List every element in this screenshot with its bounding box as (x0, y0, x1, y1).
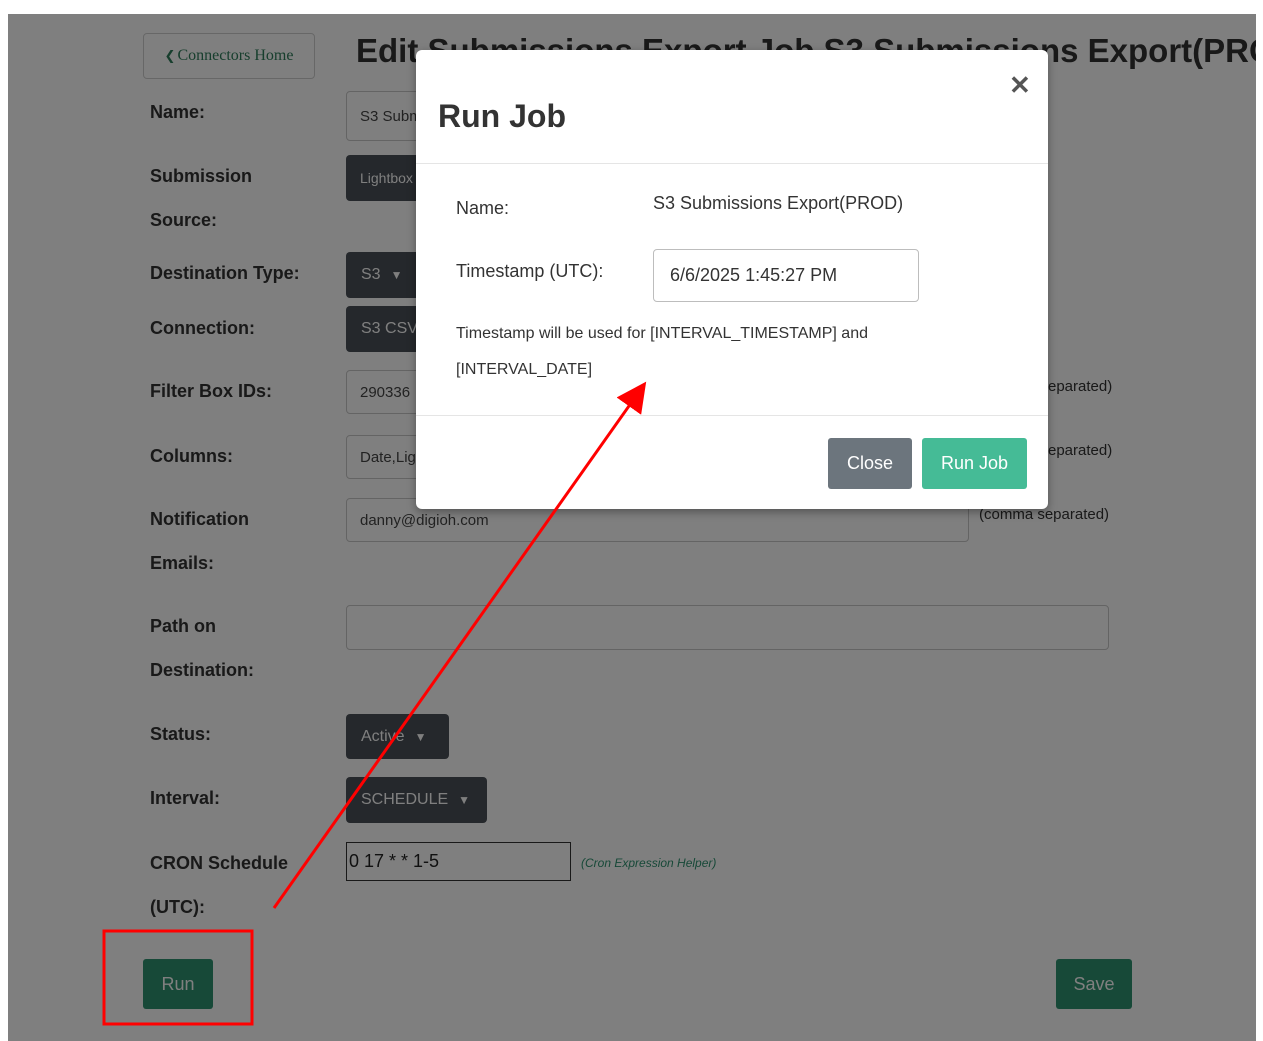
annotation-layer (102, 381, 647, 1026)
annotation-highlight-box (102, 929, 254, 1026)
annotation-arrow (272, 381, 647, 909)
